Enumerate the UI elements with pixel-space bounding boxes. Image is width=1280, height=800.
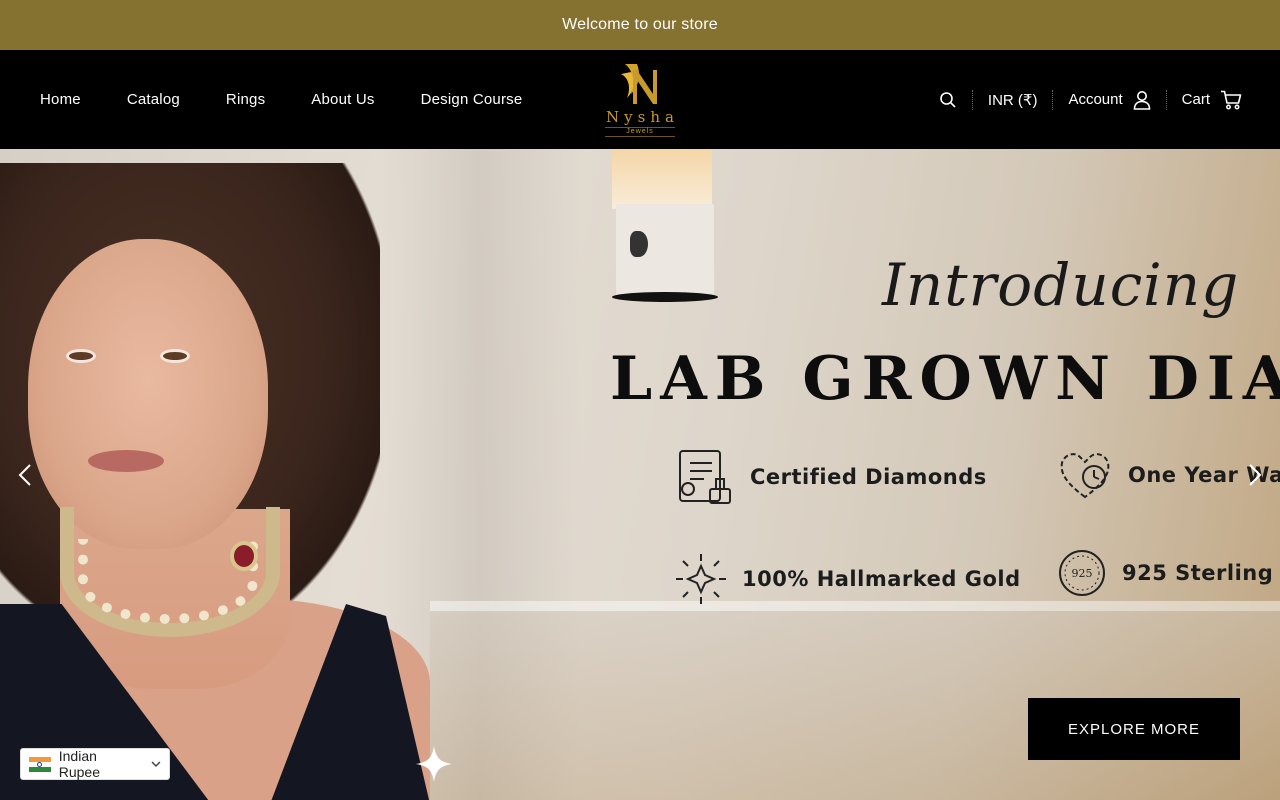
account-icon bbox=[1133, 90, 1150, 110]
wall-lamp-light bbox=[612, 149, 712, 209]
necklace-pendant bbox=[230, 541, 258, 571]
divider bbox=[1052, 89, 1054, 110]
explore-more-button[interactable]: EXPLORE MORE bbox=[1028, 698, 1240, 760]
sparkle-icon bbox=[676, 554, 726, 604]
slide-prev-button[interactable] bbox=[10, 457, 40, 493]
silver-925-icon: 925 bbox=[1059, 550, 1105, 596]
india-flag-icon bbox=[29, 756, 51, 772]
currency-selector-label: Indian Rupee bbox=[58, 748, 101, 780]
announcement-bar: Welcome to our store bbox=[0, 0, 1280, 50]
certificate-icon bbox=[679, 450, 731, 504]
feature-sterling-silver: 925 925 Sterling Silver bbox=[1056, 547, 1280, 599]
wall-lamp-knob bbox=[630, 231, 648, 257]
hero-script-title: Introducing bbox=[882, 251, 1240, 319]
divider bbox=[971, 89, 973, 110]
sparkle-decoration-icon bbox=[416, 746, 452, 782]
chevron-down-icon bbox=[151, 761, 161, 768]
currency-button[interactable]: INR (₹) bbox=[988, 91, 1038, 109]
chevron-left-icon bbox=[18, 464, 31, 486]
slide-next-button[interactable] bbox=[1240, 457, 1270, 493]
logo-mark-icon bbox=[621, 64, 657, 104]
hero-main-title: LAB GROWN DIAMONDS bbox=[610, 344, 1280, 414]
store-logo[interactable]: Nysha Jewels bbox=[598, 60, 682, 140]
cart-button[interactable]: Cart bbox=[1182, 90, 1242, 110]
cart-label: Cart bbox=[1181, 91, 1210, 108]
search-icon bbox=[940, 91, 956, 108]
hero-slideshow: Introducing LAB GROWN DIAMONDS Certified… bbox=[0, 149, 1280, 800]
nav-home[interactable]: Home bbox=[40, 91, 81, 108]
main-nav: Home Catalog Rings About Us Design Cours… bbox=[40, 50, 522, 149]
search-button[interactable] bbox=[939, 91, 957, 109]
cart-icon bbox=[1221, 90, 1242, 109]
feature-hallmarked: 100% Hallmarked Gold bbox=[674, 552, 1021, 606]
site-header: Home Catalog Rings About Us Design Cours… bbox=[0, 50, 1280, 149]
feature-certified-label: Certified Diamonds bbox=[750, 465, 987, 489]
nav-about-us[interactable]: About Us bbox=[311, 91, 374, 108]
nav-catalog[interactable]: Catalog bbox=[127, 91, 180, 108]
model-lips bbox=[88, 450, 164, 472]
feature-sterling-silver-label: 925 Sterling Silver bbox=[1122, 561, 1280, 585]
model-face bbox=[28, 239, 268, 549]
account-button[interactable]: Account bbox=[1068, 90, 1150, 110]
wall-lamp-base bbox=[612, 292, 718, 302]
divider bbox=[1165, 89, 1167, 110]
nav-design-course[interactable]: Design Course bbox=[421, 91, 523, 108]
feature-hallmarked-label: 100% Hallmarked Gold bbox=[742, 567, 1021, 591]
account-label: Account bbox=[1068, 91, 1123, 108]
logo-name: Nysha bbox=[606, 108, 679, 126]
silver-badge-text: 925 bbox=[1072, 567, 1093, 580]
chevron-right-icon bbox=[1249, 464, 1262, 486]
header-utilities: INR (₹) Account Cart bbox=[939, 50, 1242, 149]
logo-subtitle: Jewels bbox=[605, 127, 675, 137]
model-eye-left bbox=[66, 349, 96, 363]
announcement-text: Welcome to our store bbox=[562, 16, 718, 33]
feature-certified: Certified Diamonds bbox=[672, 445, 987, 509]
heart-clock-icon bbox=[1060, 453, 1110, 499]
model-eye-right bbox=[160, 349, 190, 363]
currency-selector[interactable]: Indian Rupee bbox=[20, 748, 170, 780]
nav-rings[interactable]: Rings bbox=[226, 91, 265, 108]
